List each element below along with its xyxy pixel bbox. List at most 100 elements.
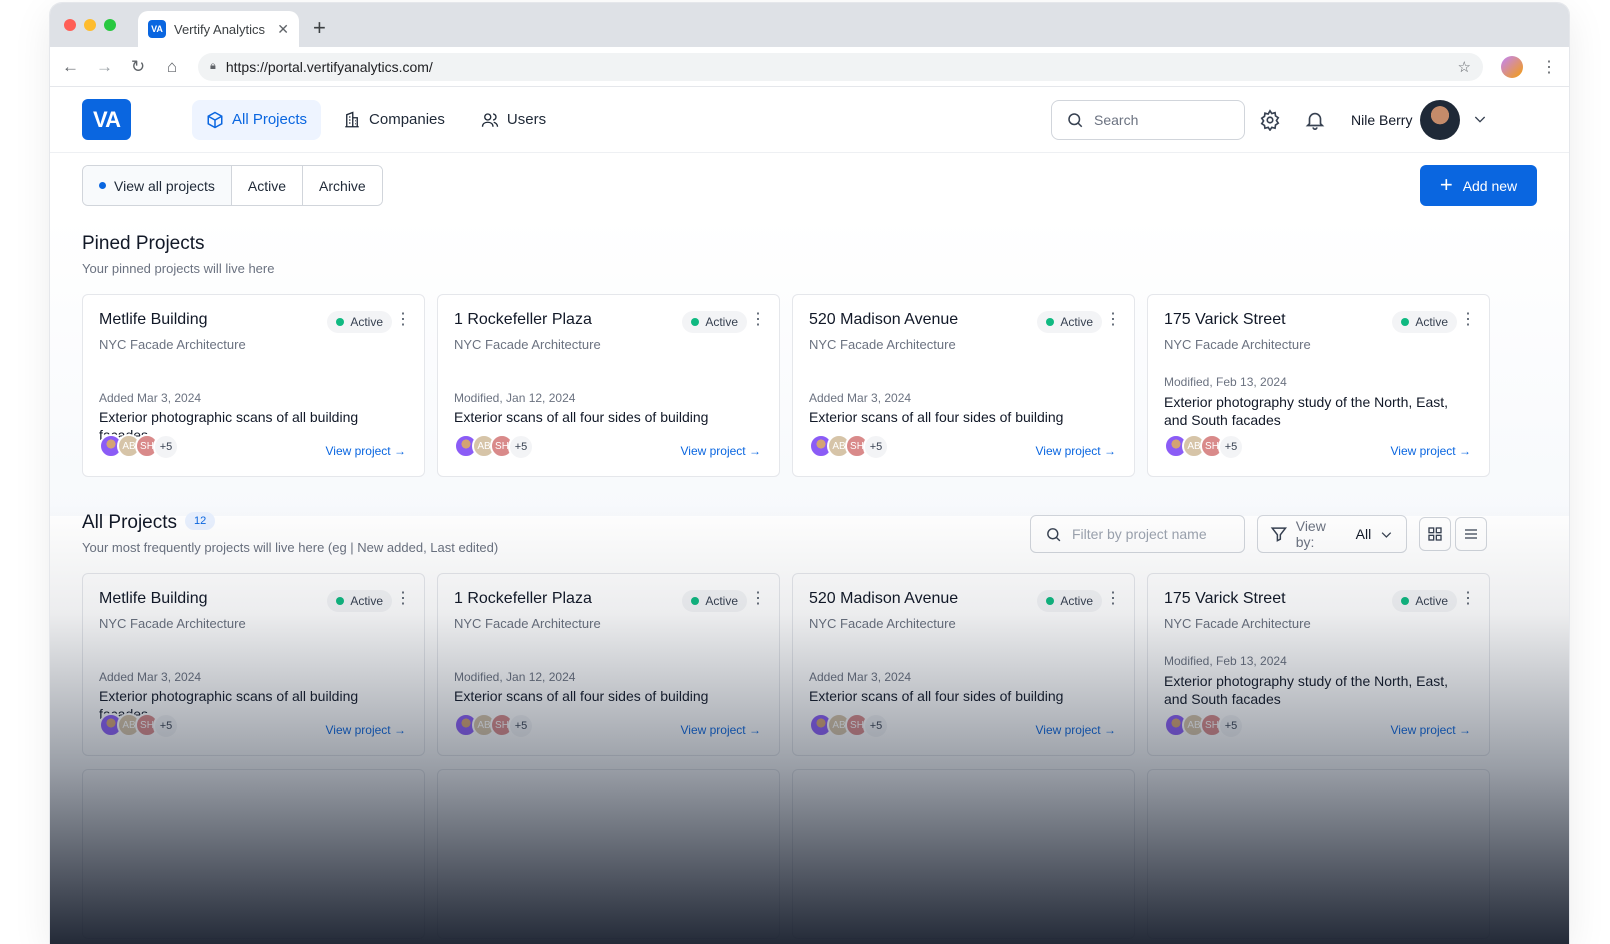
segment-archive[interactable]: Archive <box>303 166 382 205</box>
url-text: https://portal.vertifyanalytics.com/ <box>225 58 433 75</box>
browser-window: VA Vertify Analytics ✕ + ← → ↻ ⌂ 🔒︎ http… <box>50 3 1569 944</box>
user-name[interactable]: Nile Berry <box>1351 112 1412 128</box>
user-avatar[interactable] <box>1420 100 1460 140</box>
project-card[interactable]: Metlife Building NYC Facade Architecture… <box>82 573 425 756</box>
close-window-button[interactable] <box>64 19 76 31</box>
status-dot-icon <box>691 597 700 605</box>
notification-bell-icon[interactable] <box>1304 109 1326 131</box>
minimize-window-button[interactable] <box>84 19 96 31</box>
member-avatars[interactable]: AB SH +5 <box>1164 434 1244 460</box>
member-avatars[interactable]: AB SH +5 <box>809 434 889 460</box>
card-menu-icon[interactable]: ⋮ <box>1105 312 1121 328</box>
arrow-right-icon: → <box>749 723 761 737</box>
home-icon[interactable]: ⌂ <box>164 57 180 77</box>
project-card[interactable]: 175 Varick Street NYC Facade Architectur… <box>1147 294 1490 477</box>
card-menu-icon[interactable]: ⋮ <box>750 312 766 328</box>
project-description: Exterior scans of all four sides of buil… <box>809 409 1064 425</box>
card-menu-icon[interactable]: ⋮ <box>1460 312 1476 328</box>
project-card[interactable]: Metlife Building NYC Facade Architecture… <box>82 294 425 477</box>
status-dot-icon <box>1401 318 1410 326</box>
view-project-link[interactable]: View project → <box>1036 444 1117 458</box>
project-name-filter-input[interactable]: Filter by project name <box>1030 515 1245 553</box>
view-project-link[interactable]: View project → <box>326 723 407 737</box>
project-card[interactable]: 175 Varick Street NYC Facade Architectur… <box>1147 573 1490 756</box>
chevron-down-icon[interactable] <box>1472 111 1488 127</box>
project-company: NYC Facade Architecture <box>454 616 601 631</box>
view-project-label: View project <box>680 723 746 737</box>
app-logo[interactable]: VA <box>82 99 131 140</box>
segment-view-all[interactable]: View all projects <box>83 166 232 205</box>
more-members-count: +5 <box>1218 434 1244 460</box>
project-card[interactable]: 1 Rockefeller Plaza NYC Facade Architect… <box>437 573 780 756</box>
status-badge: Active <box>682 590 747 612</box>
project-filter-row: View all projects Active Archive + Add n… <box>50 153 1569 219</box>
member-avatars[interactable]: AB SH +5 <box>809 713 889 739</box>
project-description: Exterior scans of all four sides of buil… <box>454 409 709 425</box>
forward-icon[interactable]: → <box>96 57 113 77</box>
project-card[interactable]: 520 Madison Avenue NYC Facade Architectu… <box>792 573 1135 756</box>
more-members-count: +5 <box>153 434 179 460</box>
status-dot-icon <box>691 318 700 326</box>
users-icon <box>481 112 499 127</box>
view-project-link[interactable]: View project → <box>681 723 762 737</box>
project-company: NYC Facade Architecture <box>1164 616 1311 631</box>
project-company: NYC Facade Architecture <box>99 616 246 631</box>
more-members-count: +5 <box>1218 713 1244 739</box>
main-nav: All Projects Companies Users <box>192 99 560 140</box>
view-project-link[interactable]: View project → <box>1036 723 1117 737</box>
nav-label: Companies <box>369 111 445 128</box>
window-controls <box>64 19 116 31</box>
card-menu-icon[interactable]: ⋮ <box>750 591 766 607</box>
arrow-right-icon: → <box>1104 444 1116 458</box>
status-dot-icon <box>1046 597 1055 605</box>
nav-all-projects[interactable]: All Projects <box>192 99 322 140</box>
tab-close-icon[interactable]: ✕ <box>277 21 289 38</box>
status-label: Active <box>705 315 738 329</box>
cube-icon <box>207 111 223 128</box>
view-project-link[interactable]: View project → <box>681 444 762 458</box>
segment-active[interactable]: Active <box>231 166 304 205</box>
project-company: NYC Facade Architecture <box>1164 337 1311 352</box>
search-input[interactable]: Search <box>1051 100 1245 140</box>
bookmark-star-icon[interactable]: ☆ <box>1458 58 1471 76</box>
chevron-down-icon <box>1381 531 1392 538</box>
selected-dot-icon <box>99 182 106 189</box>
status-dot-icon <box>1401 597 1410 605</box>
filter-funnel-icon <box>1270 527 1288 542</box>
card-menu-icon[interactable]: ⋮ <box>1460 591 1476 607</box>
member-avatars[interactable]: AB SH +5 <box>1164 713 1244 739</box>
member-avatars[interactable]: AB SH +5 <box>454 713 534 739</box>
view-by-dropdown[interactable]: View by: All <box>1257 515 1407 553</box>
add-new-button[interactable]: + Add new <box>1420 165 1537 206</box>
nav-companies[interactable]: Companies <box>329 100 459 140</box>
project-card[interactable]: 1 Rockefeller Plaza NYC Facade Architect… <box>437 294 780 477</box>
view-project-link[interactable]: View project → <box>1391 444 1472 458</box>
view-project-link[interactable]: View project → <box>326 444 407 458</box>
browser-tab[interactable]: VA Vertify Analytics ✕ <box>138 11 299 47</box>
member-avatars[interactable]: AB SH +5 <box>99 713 179 739</box>
card-menu-icon[interactable]: ⋮ <box>1105 591 1121 607</box>
grid-view-button[interactable] <box>1419 517 1451 551</box>
view-project-link[interactable]: View project → <box>1391 723 1472 737</box>
view-project-label: View project <box>1390 723 1456 737</box>
nav-users[interactable]: Users <box>467 100 560 140</box>
view-project-label: View project <box>1390 444 1456 458</box>
browser-menu-icon[interactable]: ⋮ <box>1541 57 1557 77</box>
new-tab-icon[interactable]: + <box>313 15 326 41</box>
more-members-count: +5 <box>153 713 179 739</box>
browser-profile-avatar[interactable] <box>1501 55 1523 78</box>
maximize-window-button[interactable] <box>104 19 116 31</box>
card-menu-icon[interactable]: ⋮ <box>395 312 411 328</box>
back-icon[interactable]: ← <box>62 57 79 77</box>
settings-gear-icon[interactable] <box>1259 109 1281 131</box>
card-menu-icon[interactable]: ⋮ <box>395 591 411 607</box>
project-card[interactable]: 520 Madison Avenue NYC Facade Architectu… <box>792 294 1135 477</box>
status-label: Active <box>1415 594 1448 608</box>
reload-icon[interactable]: ↻ <box>130 57 146 77</box>
member-avatars[interactable]: AB SH +5 <box>454 434 534 460</box>
arrow-right-icon: → <box>1459 723 1471 737</box>
url-bar[interactable]: 🔒︎ https://portal.vertifyanalytics.com/ … <box>198 52 1483 81</box>
list-view-button[interactable] <box>1455 517 1487 551</box>
member-avatars[interactable]: AB SH +5 <box>99 434 179 460</box>
project-count-badge: 12 <box>185 511 216 530</box>
